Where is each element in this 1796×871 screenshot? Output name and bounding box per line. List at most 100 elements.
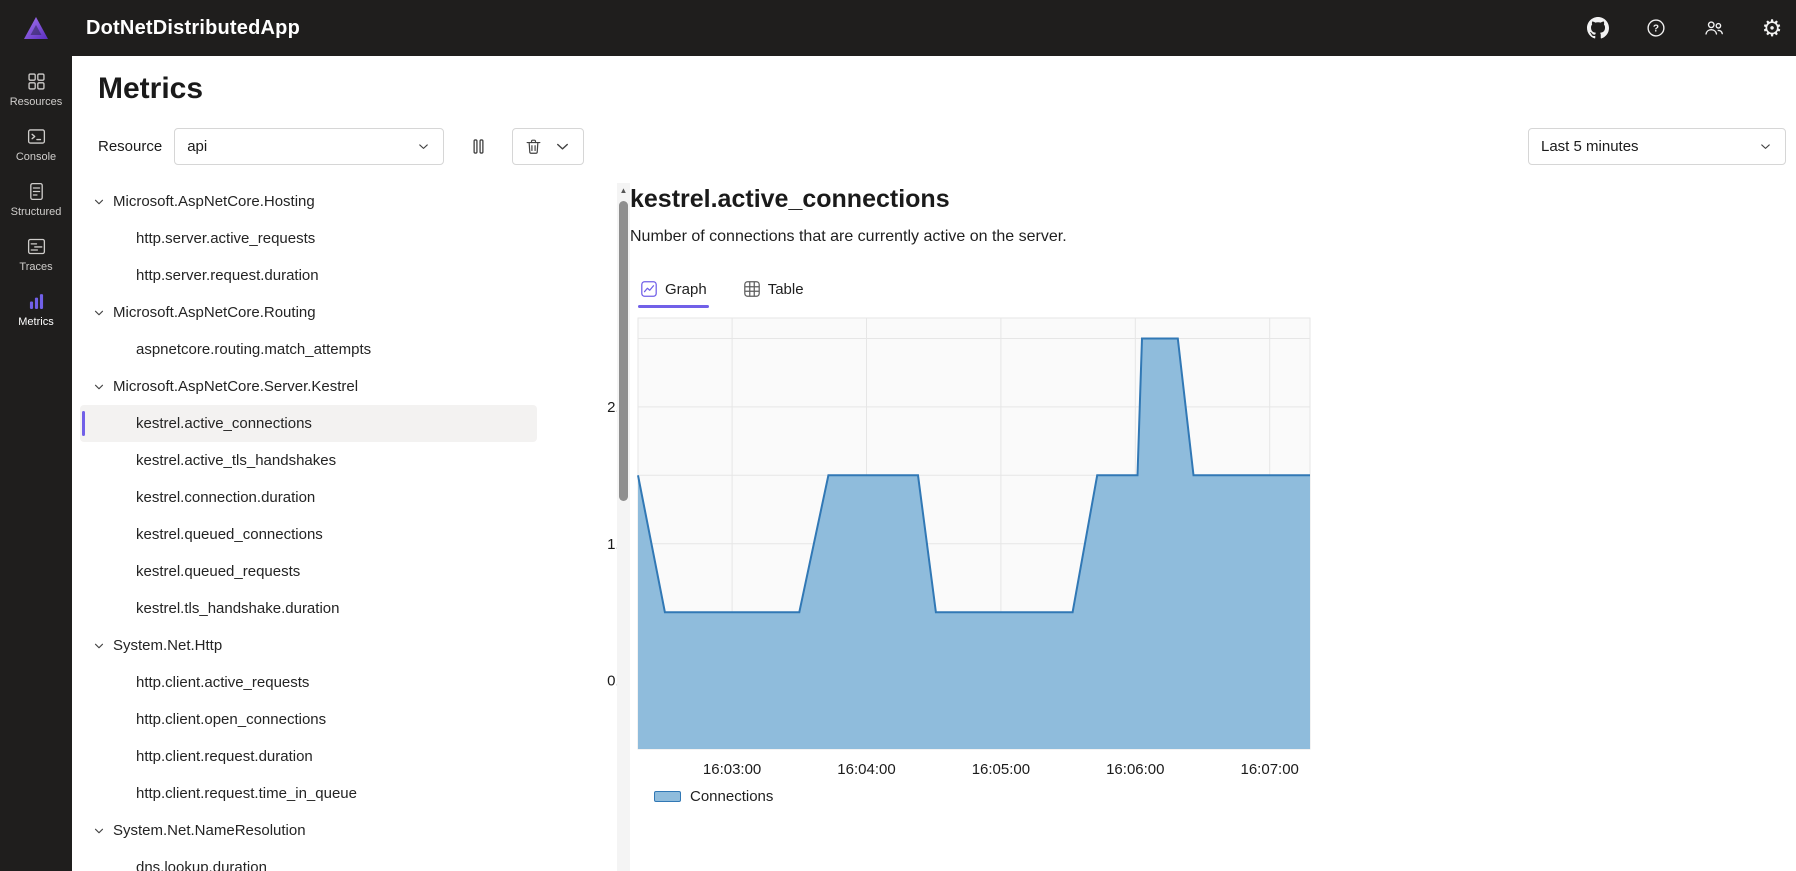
metrics-toolbar: Resource api [98,128,1786,165]
tree-group-label: System.Net.Http [113,637,222,654]
tree-item-label: kestrel.active_tls_handshakes [136,452,336,469]
metrics-icon [26,291,47,312]
chevron-down-icon[interactable] [92,824,106,838]
tree-group-label: Microsoft.AspNetCore.Server.Kestrel [113,378,358,395]
scrollbar-up-arrow[interactable]: ▲ [617,183,630,195]
selection-indicator [82,411,85,436]
tree-item-label: kestrel.connection.duration [136,489,315,506]
tree-item[interactable]: kestrel.connection.duration [80,479,537,516]
chevron-down-icon[interactable] [92,195,106,209]
help-icon[interactable]: ? [1644,16,1668,40]
tree-item-label: http.server.request.duration [136,267,319,284]
time-range-select[interactable]: Last 5 minutes [1528,128,1786,165]
github-icon[interactable] [1586,16,1610,40]
metrics-chart: 00.511.522.5316:03:0016:04:0016:05:0016:… [592,314,1318,784]
console-icon [26,126,47,147]
tab-table[interactable]: Table [733,274,814,308]
svg-text:?: ? [1653,24,1659,35]
sidebar-item-console[interactable]: Console [0,117,72,172]
tree-group-label: Microsoft.AspNetCore.Hosting [113,193,315,210]
tree-item[interactable]: http.server.active_requests [80,220,537,257]
remove-metrics-button[interactable] [512,128,584,165]
aspire-logo-icon [22,14,50,42]
tree-group-label: System.Net.NameResolution [113,822,306,839]
tree-item-label: http.client.open_connections [136,711,326,728]
tree-item[interactable]: kestrel.active_tls_handshakes [80,442,537,479]
sidebar-item-resources[interactable]: Resources [0,62,72,117]
tree-item-label: http.server.active_requests [136,230,315,247]
metric-description: Number of connections that are currently… [630,228,1796,246]
sidebar-item-metrics[interactable]: Metrics [0,282,72,337]
tree-group[interactable]: Microsoft.AspNetCore.Routing [80,294,537,331]
tab-graph[interactable]: Graph [630,274,717,308]
tree-item[interactable]: http.client.active_requests [80,664,537,701]
tree-group[interactable]: Microsoft.AspNetCore.Hosting [80,183,537,220]
tree-group[interactable]: System.Net.Http [80,627,537,664]
tree-item[interactable]: http.server.request.duration [80,257,537,294]
tree-item-label: aspnetcore.routing.match_attempts [136,341,371,358]
pause-button[interactable] [458,128,498,165]
tree-item[interactable]: http.client.open_connections [80,701,537,738]
resource-select-value: api [187,138,207,155]
page-title: Metrics [98,72,1796,106]
tree-item-label: kestrel.tls_handshake.duration [136,600,339,617]
tree-item-label: kestrel.queued_connections [136,526,323,543]
sidebar-item-traces[interactable]: Traces [0,227,72,282]
tree-scrollbar[interactable]: ▲ [617,183,630,871]
svg-text:16:03:00: 16:03:00 [703,761,761,778]
time-range-value: Last 5 minutes [1541,138,1639,155]
tree-item[interactable]: http.client.request.duration [80,738,537,775]
tree-item-label: kestrel.active_connections [136,415,312,432]
aspire-logo [0,14,72,42]
legend-swatch [654,791,681,802]
svg-text:16:07:00: 16:07:00 [1241,761,1299,778]
trash-icon [524,137,543,156]
table-icon [743,280,761,298]
tab-label: Table [768,281,804,298]
metric-detail-pane: kestrel.active_connections Number of con… [630,183,1796,871]
tree-item[interactable]: kestrel.queued_connections [80,516,537,553]
tree-item-label: kestrel.queued_requests [136,563,300,580]
resources-icon [26,71,47,92]
sidebar-item-label: Console [16,151,56,163]
sidebar-item-label: Metrics [18,316,53,328]
graph-icon [640,280,658,298]
app-title: DotNetDistributedApp [86,17,300,40]
tree-item-label: http.client.request.duration [136,748,313,765]
tree-item-label: http.client.active_requests [136,674,309,691]
tree-group-label: Microsoft.AspNetCore.Routing [113,304,316,321]
chart-legend: Connections [654,788,1796,805]
svg-text:16:04:00: 16:04:00 [837,761,895,778]
tree-group[interactable]: Microsoft.AspNetCore.Server.Kestrel [80,368,537,405]
aspire-dashboard: DotNetDistributedApp ? ⚙ [0,0,1796,871]
chevron-down-icon[interactable] [92,380,106,394]
app-header: DotNetDistributedApp ? ⚙ [0,0,1796,56]
people-icon[interactable] [1702,16,1726,40]
structured-logs-icon [26,181,47,202]
chevron-down-icon [1758,139,1773,154]
tree-item[interactable]: kestrel.tls_handshake.duration [80,590,537,627]
metrics-content: Microsoft.AspNetCore.Hosting http.server… [72,183,1796,871]
settings-gear-icon[interactable]: ⚙ [1760,16,1784,40]
metric-tree-pane: Microsoft.AspNetCore.Hosting http.server… [72,183,630,871]
chevron-down-icon[interactable] [92,639,106,653]
scrollbar-thumb[interactable] [619,201,628,501]
tree-item-selected[interactable]: kestrel.active_connections [80,405,537,442]
left-nav: Resources Console Structured Traces [0,56,72,871]
tree-item[interactable]: http.client.request.time_in_queue [80,775,537,812]
tree-item[interactable]: aspnetcore.routing.match_attempts [80,331,537,368]
sidebar-item-structured[interactable]: Structured [0,172,72,227]
tree-item[interactable]: kestrel.queued_requests [80,553,537,590]
resource-label: Resource [98,138,162,155]
tree-item[interactable]: dns.lookup.duration [80,849,537,871]
tree-group[interactable]: System.Net.NameResolution [80,812,537,849]
chevron-down-icon [416,139,431,154]
pause-icon [468,136,489,157]
resource-select[interactable]: api [174,128,444,165]
sidebar-item-label: Resources [10,96,63,108]
chevron-down-icon[interactable] [92,306,106,320]
view-tabs: Graph Table [630,274,1796,308]
traces-icon [26,236,47,257]
sidebar-item-label: Structured [11,206,62,218]
sidebar-item-label: Traces [19,261,52,273]
